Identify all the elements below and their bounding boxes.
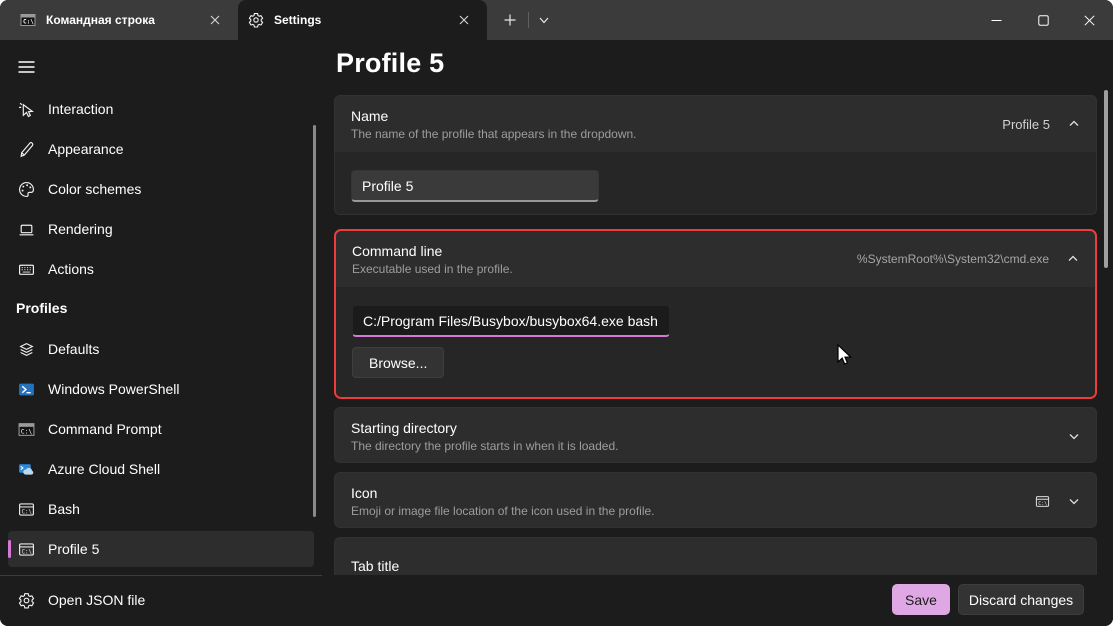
- sidebar-item-profile-5[interactable]: C:\ Profile 5: [8, 531, 314, 567]
- sidebar-item-rendering[interactable]: Rendering: [8, 211, 314, 247]
- profile-icon-preview: C:\: [1035, 494, 1050, 509]
- minimize-button[interactable]: [973, 0, 1020, 40]
- chevron-down-icon: [1068, 495, 1080, 507]
- sidebar-item-actions[interactable]: Actions: [8, 251, 314, 287]
- command-line-input[interactable]: [352, 305, 670, 337]
- page-title: Profile 5: [336, 48, 444, 79]
- icon-card: Icon Emoji or image file location of the…: [334, 472, 1097, 528]
- card-subtitle: Emoji or image file location of the icon…: [351, 503, 655, 519]
- save-button[interactable]: Save: [892, 584, 950, 615]
- command-line-expanded-area: Browse...: [336, 287, 1095, 397]
- keyboard-icon: [16, 259, 36, 279]
- new-tab-button[interactable]: [497, 7, 523, 33]
- chevron-down-icon: [1068, 430, 1080, 442]
- azure-cloud-icon: [16, 459, 36, 479]
- content-scrollbar[interactable]: [1104, 90, 1108, 268]
- terminal-outline-icon: C:\: [16, 499, 36, 519]
- tab-close-icon[interactable]: [204, 9, 226, 31]
- name-card-expanded-area: [335, 152, 1096, 214]
- close-button[interactable]: [1066, 0, 1113, 40]
- hamburger-menu-button[interactable]: [10, 52, 42, 82]
- cmd-filled-icon: C:\: [16, 419, 36, 439]
- cmd-window-icon: C:\: [20, 12, 36, 28]
- svg-text:C:\: C:\: [21, 509, 32, 515]
- cursor-interaction-icon: [16, 99, 36, 119]
- icon-card-header[interactable]: Icon Emoji or image file location of the…: [335, 473, 1096, 528]
- sidebar-item-label: Azure Cloud Shell: [48, 461, 160, 477]
- name-card-header[interactable]: Name The name of the profile that appear…: [335, 96, 1096, 152]
- chevron-up-icon: [1067, 253, 1079, 265]
- sidebar-item-label: Command Prompt: [48, 421, 162, 437]
- titlebar: C:\ Командная строка Settings: [0, 0, 1113, 40]
- sidebar-item-label: Bash: [48, 501, 80, 517]
- svg-text:C:\: C:\: [1038, 500, 1047, 506]
- svg-text:C:\: C:\: [23, 19, 34, 26]
- browse-button[interactable]: Browse...: [352, 347, 444, 378]
- gear-icon: [248, 12, 264, 28]
- sidebar-item-azure-cloud-shell[interactable]: Azure Cloud Shell: [8, 451, 314, 487]
- tab-dropdown-button[interactable]: [531, 7, 557, 33]
- tabbar-divider: [528, 12, 529, 28]
- chevron-up-icon: [1068, 118, 1080, 130]
- command-line-card-header[interactable]: Command line Executable used in the prof…: [336, 231, 1095, 287]
- palette-icon: [16, 179, 36, 199]
- sidebar-item-label: Actions: [48, 261, 94, 277]
- sidebar-item-label: Color schemes: [48, 181, 141, 197]
- sidebar-item-windows-powershell[interactable]: Windows PowerShell: [8, 371, 314, 407]
- card-title: Tab title: [351, 557, 399, 576]
- card-subtitle: The directory the profile starts in when…: [351, 438, 618, 454]
- profiles-section-header: Profiles: [16, 300, 67, 316]
- layers-icon: [16, 339, 36, 359]
- maximize-button[interactable]: [1020, 0, 1067, 40]
- terminal-outline-icon: C:\: [16, 539, 36, 559]
- svg-text:C:\: C:\: [21, 549, 32, 555]
- windows-terminal-settings-window: C:\ Командная строка Settings: [0, 0, 1113, 626]
- sidebar-item-label: Windows PowerShell: [48, 381, 180, 397]
- sidebar-item-label: Interaction: [48, 101, 113, 117]
- sidebar-item-color-schemes[interactable]: Color schemes: [8, 171, 314, 207]
- profile-name-input[interactable]: [351, 170, 599, 202]
- name-card: Name The name of the profile that appear…: [334, 95, 1097, 215]
- tab-settings[interactable]: Settings: [238, 0, 487, 40]
- monitor-icon: [16, 219, 36, 239]
- powershell-icon: [16, 379, 36, 399]
- sidebar-item-bash[interactable]: C:\ Bash: [8, 491, 314, 527]
- open-json-file-label: Open JSON file: [48, 592, 145, 608]
- card-subtitle: The name of the profile that appears in …: [351, 126, 637, 142]
- card-title: Starting directory: [351, 419, 618, 438]
- sidebar-item-label: Defaults: [48, 341, 99, 357]
- discard-changes-button[interactable]: Discard changes: [958, 584, 1084, 615]
- sidebar-item-appearance[interactable]: Appearance: [8, 131, 314, 167]
- sidebar-item-defaults[interactable]: Defaults: [8, 331, 314, 367]
- sidebar-item-label: Rendering: [48, 221, 113, 237]
- paintbrush-icon: [16, 139, 36, 159]
- sidebar-item-command-prompt[interactable]: C:\ Command Prompt: [8, 411, 314, 447]
- sidebar-footer-divider: [0, 575, 322, 576]
- svg-text:C:\: C:\: [20, 427, 32, 435]
- starting-directory-card-header[interactable]: Starting directory The directory the pro…: [335, 408, 1096, 463]
- tab-close-icon[interactable]: [453, 9, 475, 31]
- footer-bar: Open JSON file Save Discard changes: [0, 575, 1113, 626]
- sidebar-item-label: Appearance: [48, 141, 124, 157]
- sidebar-item-label: Profile 5: [48, 541, 99, 557]
- card-current-value: Profile 5: [1002, 117, 1050, 132]
- sidebar-scrollbar[interactable]: [313, 125, 316, 517]
- card-title: Name: [351, 107, 637, 126]
- tab-label: Командная строка: [46, 13, 196, 27]
- card-current-value: %SystemRoot%\System32\cmd.exe: [857, 252, 1049, 266]
- card-title: Command line: [352, 242, 513, 261]
- command-line-card: Command line Executable used in the prof…: [334, 229, 1097, 399]
- open-json-file-button[interactable]: Open JSON file: [8, 581, 308, 619]
- card-subtitle: Executable used in the profile.: [352, 261, 513, 277]
- sidebar-item-interaction[interactable]: Interaction: [8, 91, 314, 127]
- tab-command-prompt[interactable]: C:\ Командная строка: [10, 0, 238, 40]
- starting-directory-card: Starting directory The directory the pro…: [334, 407, 1097, 463]
- tab-label: Settings: [274, 13, 445, 27]
- gear-icon: [16, 590, 36, 610]
- card-title: Icon: [351, 484, 655, 503]
